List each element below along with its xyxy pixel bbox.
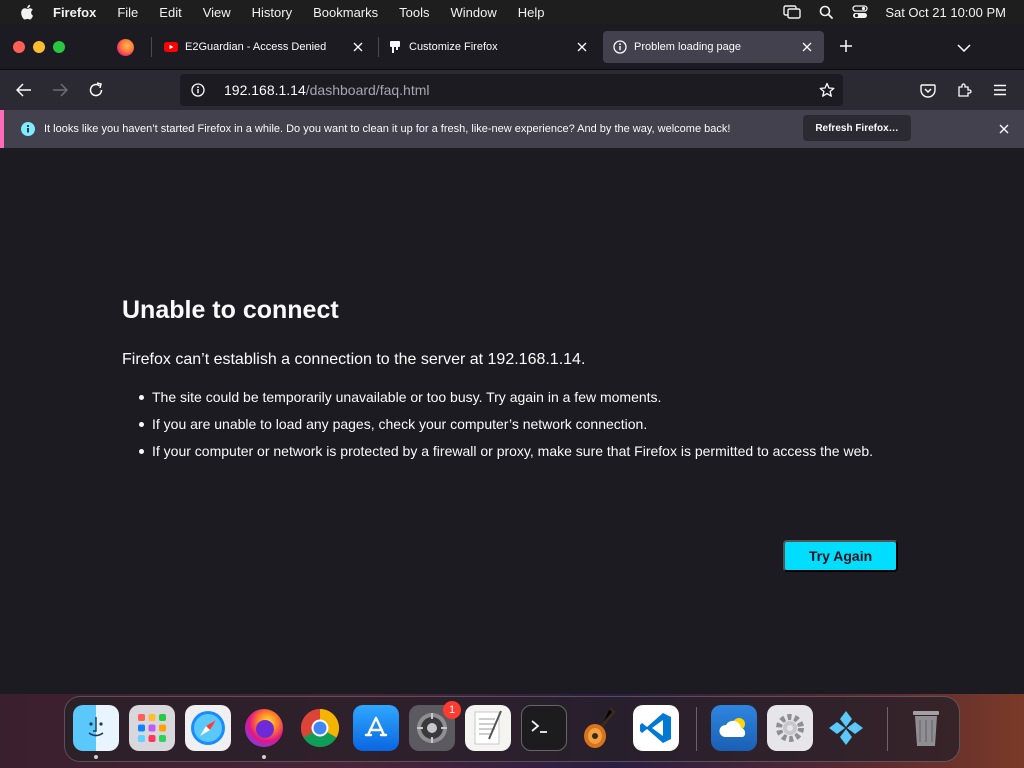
pin-icon <box>388 40 402 54</box>
menu-window[interactable]: Window <box>451 5 497 20</box>
system-preferences-icon[interactable]: 1 <box>409 701 461 751</box>
trash-icon[interactable] <box>903 705 949 751</box>
vscode-icon[interactable] <box>633 705 679 751</box>
url-text[interactable]: 192.168.1.14/dashboard/faq.html <box>224 82 430 98</box>
menu-file[interactable]: File <box>117 5 138 20</box>
zoom-window-button[interactable] <box>53 41 65 53</box>
screen-mirroring-icon[interactable] <box>783 4 802 20</box>
menu-edit[interactable]: Edit <box>159 5 181 20</box>
menu-bar: Firefox File Edit View History Bookmarks… <box>0 0 1024 24</box>
error-suggestions: The site could be temporarily unavailabl… <box>136 388 906 469</box>
tab-e2guardian[interactable]: E2Guardian - Access Denied <box>154 31 375 63</box>
list-all-tabs-chevron-down-icon[interactable] <box>954 38 974 58</box>
finder-icon[interactable] <box>73 705 119 751</box>
tab-close-icon[interactable] <box>799 39 815 55</box>
notification-badge: 1 <box>443 701 461 719</box>
suggestion-item: The site could be temporarily unavailabl… <box>136 388 906 407</box>
terminal-icon[interactable] <box>521 705 567 751</box>
firefox-icon[interactable] <box>241 705 287 751</box>
menu-app-name[interactable]: Firefox <box>53 5 96 20</box>
ppsspp-icon[interactable] <box>823 705 869 751</box>
firefox-pinned-tab-icon[interactable] <box>117 39 134 56</box>
tab-customize-firefox[interactable]: Customize Firefox <box>378 31 599 63</box>
forward-arrow-icon[interactable] <box>50 80 70 100</box>
browser-window: E2Guardian - Access Denied Customize Fir… <box>0 24 1024 694</box>
new-tab-button[interactable] <box>836 37 856 57</box>
weather-icon[interactable] <box>711 705 757 751</box>
tab-separator <box>151 37 152 57</box>
tab-strip: E2Guardian - Access Denied Customize Fir… <box>0 24 1024 70</box>
refresh-notification-bar: It looks like you haven’t started Firefo… <box>0 110 1024 148</box>
garageband-icon[interactable] <box>577 705 623 751</box>
dock: 1 <box>64 696 960 762</box>
error-page: Unable to connect Firefox can’t establis… <box>0 148 1024 694</box>
pocket-icon[interactable] <box>918 80 938 100</box>
site-info-icon[interactable] <box>190 82 206 98</box>
close-window-button[interactable] <box>13 41 25 53</box>
running-indicator <box>262 755 266 759</box>
minimize-window-button[interactable] <box>33 41 45 53</box>
notification-message: It looks like you haven’t started Firefo… <box>44 123 731 135</box>
dock-separator <box>696 707 697 751</box>
bookmark-star-icon[interactable] <box>819 82 835 98</box>
url-path: /dashboard/faq.html <box>305 82 430 98</box>
error-title: Unable to connect <box>122 296 339 324</box>
url-host: 192.168.1.14 <box>224 82 306 98</box>
tab-title: Customize Firefox <box>409 41 498 53</box>
menu-history[interactable]: History <box>252 5 292 20</box>
hamburger-menu-icon[interactable] <box>990 80 1010 100</box>
navigation-toolbar: 192.168.1.14/dashboard/faq.html <box>0 70 1024 110</box>
suggestion-item: If you are unable to load any pages, che… <box>136 415 906 434</box>
spotlight-search-icon[interactable] <box>817 4 835 20</box>
info-icon <box>613 40 627 54</box>
suggestion-item: If your computer or network is protected… <box>136 442 906 461</box>
menu-tools[interactable]: Tools <box>399 5 429 20</box>
youtube-icon <box>164 40 178 54</box>
info-icon <box>20 121 36 137</box>
menu-clock[interactable]: Sat Oct 21 10:00 PM <box>885 5 1006 20</box>
launchpad-icon[interactable] <box>129 705 175 751</box>
running-indicator <box>94 755 98 759</box>
tab-close-icon[interactable] <box>350 39 366 55</box>
control-center-icon[interactable] <box>851 4 869 20</box>
tab-title: Problem loading page <box>634 41 742 53</box>
textedit-icon[interactable] <box>465 705 511 751</box>
tab-title: E2Guardian - Access Denied <box>185 41 327 53</box>
tab-close-icon[interactable] <box>574 39 590 55</box>
close-icon[interactable] <box>996 121 1012 137</box>
back-arrow-icon[interactable] <box>14 80 34 100</box>
dock-separator <box>887 707 888 751</box>
menu-help[interactable]: Help <box>518 5 545 20</box>
reload-icon[interactable] <box>86 80 106 100</box>
error-subtitle: Firefox can’t establish a connection to … <box>122 351 586 368</box>
app-store-icon[interactable] <box>353 705 399 751</box>
tab-problem-loading[interactable]: Problem loading page <box>603 31 824 63</box>
menu-bookmarks[interactable]: Bookmarks <box>313 5 378 20</box>
menu-view[interactable]: View <box>203 5 231 20</box>
apple-menu-icon[interactable] <box>20 4 36 20</box>
settings-gear-icon[interactable] <box>767 705 813 751</box>
safari-icon[interactable] <box>185 705 231 751</box>
extensions-puzzle-icon[interactable] <box>954 80 974 100</box>
chrome-icon[interactable] <box>297 705 343 751</box>
address-bar[interactable]: 192.168.1.14/dashboard/faq.html <box>180 74 843 106</box>
refresh-firefox-button[interactable]: Refresh Firefox… <box>803 115 911 141</box>
try-again-button[interactable]: Try Again <box>783 540 898 572</box>
